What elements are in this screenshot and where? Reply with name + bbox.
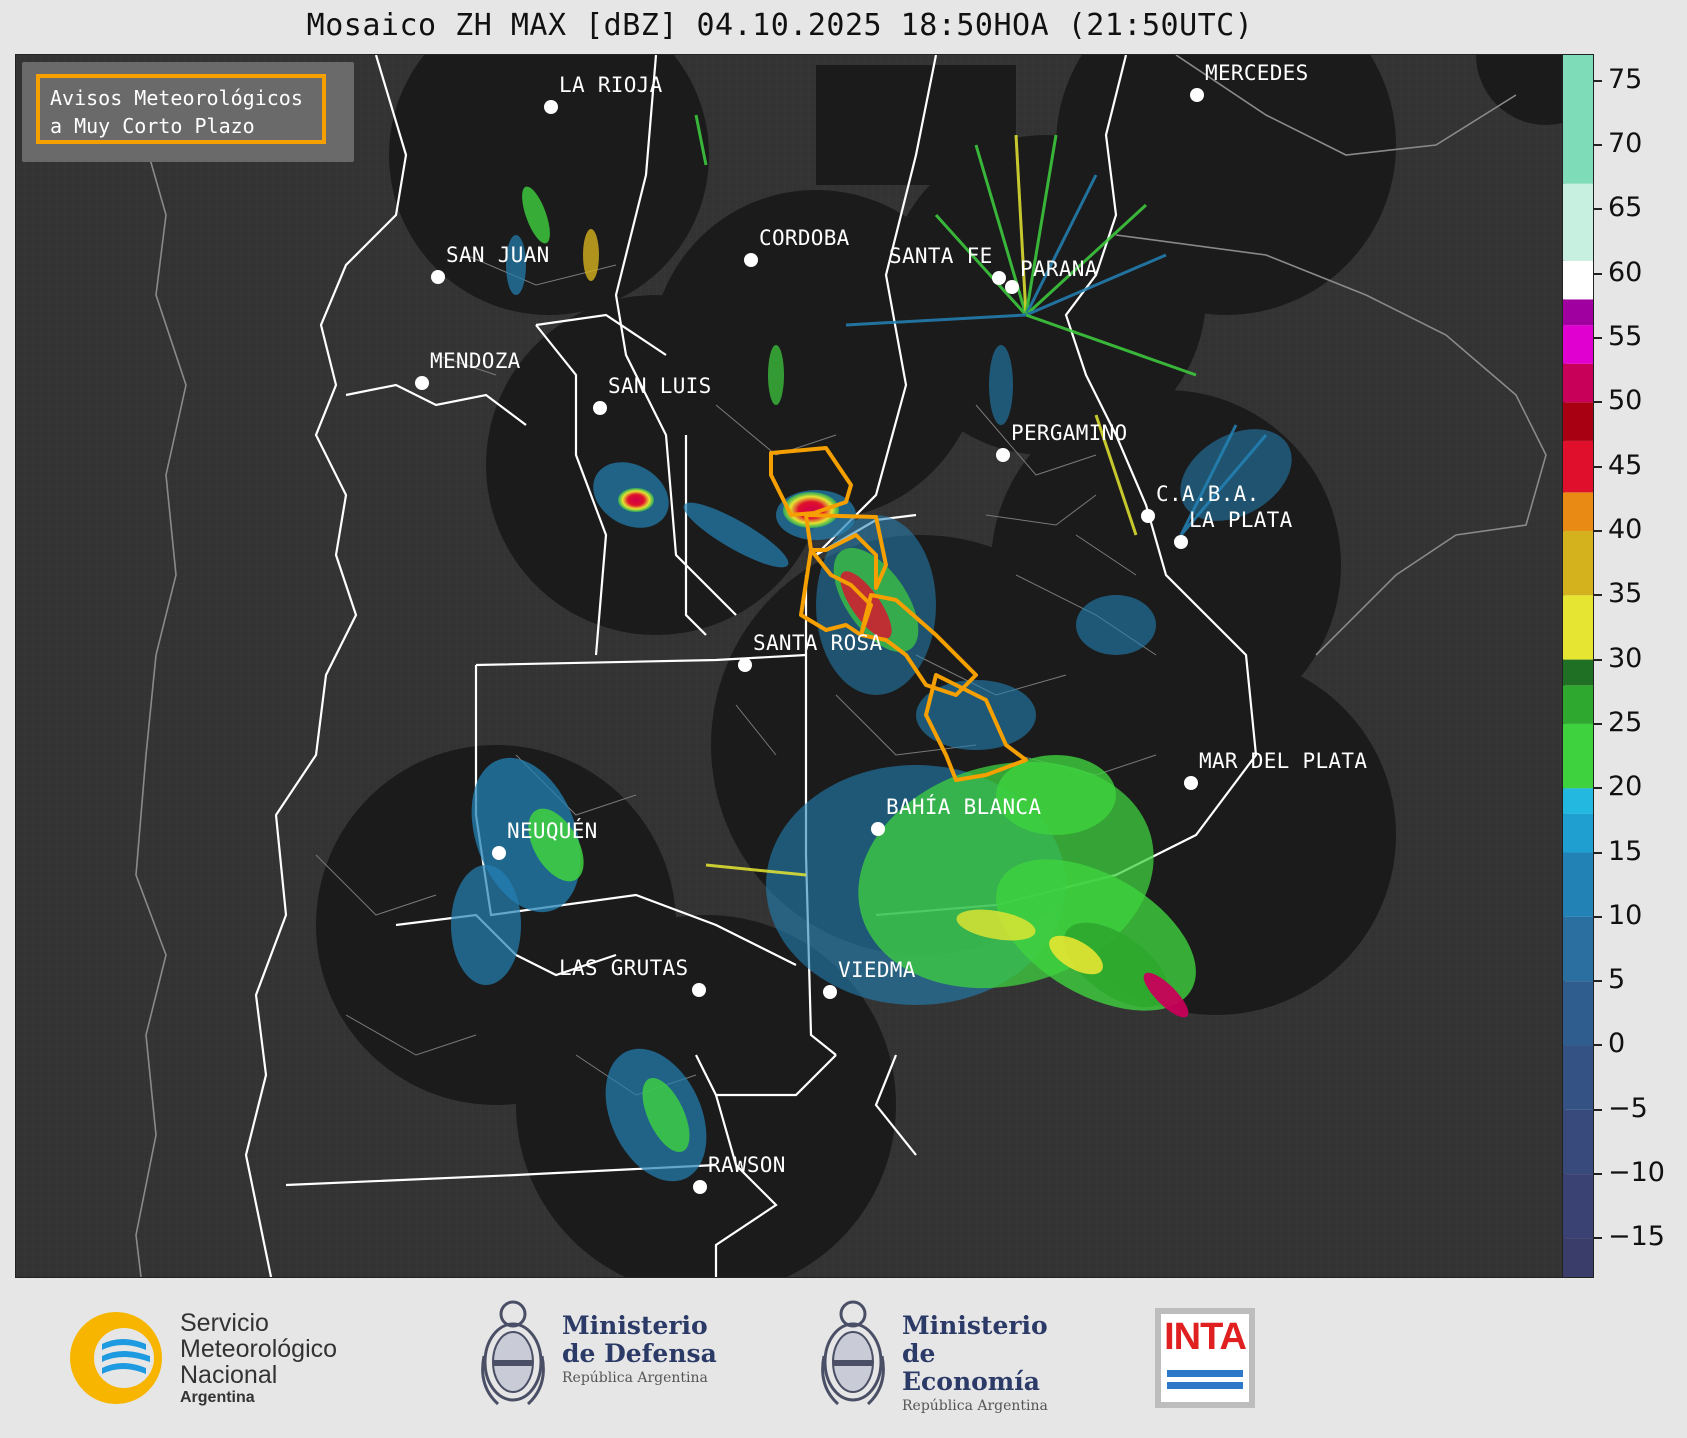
city-marker-icon xyxy=(992,271,1006,285)
defensa-line-1: Ministerio xyxy=(562,1311,708,1340)
economia-logo: Ministerio de Economía República Argenti… xyxy=(818,1296,1078,1416)
defensa-line-3: República Argentina xyxy=(562,1370,708,1386)
colorbar-tick-label: 30 xyxy=(1608,642,1643,674)
smn-line-2: Meteorológico xyxy=(180,1335,338,1363)
colorbar-band xyxy=(1563,685,1593,724)
inta-stripe-icon xyxy=(1167,1370,1243,1377)
colorbar-band xyxy=(1563,659,1593,686)
city-marker-icon xyxy=(1184,776,1198,790)
colorbar-tick-label: −15 xyxy=(1608,1221,1665,1253)
colorbar-bands xyxy=(1563,55,1593,1277)
city-marker-icon xyxy=(492,846,506,860)
city-marker-icon xyxy=(692,983,706,997)
inta-logo: INTA xyxy=(1155,1308,1255,1408)
smn-line-1: Servicio xyxy=(180,1309,269,1337)
colorbar-tick-label: 10 xyxy=(1608,899,1643,931)
colorbar-tick-label: 15 xyxy=(1608,835,1643,867)
city-marker-icon xyxy=(431,270,445,284)
colorbar-band xyxy=(1563,260,1593,300)
colorbar-tick-label: 5 xyxy=(1608,964,1626,996)
footer-logos: Servicio Meteorológico Nacional Argentin… xyxy=(0,1280,1687,1438)
city-marker-icon xyxy=(1190,88,1204,102)
city-marker-icon xyxy=(738,658,752,672)
warning-legend-line-2: a Muy Corto Plazo xyxy=(50,114,255,138)
city-marker-icon xyxy=(1005,280,1019,294)
warning-legend: Avisos Meteorológicos a Muy Corto Plazo xyxy=(22,62,354,162)
economia-line-2: de Economía xyxy=(902,1339,1040,1396)
colorbar-tick-label: 70 xyxy=(1608,128,1643,160)
colorbar-band xyxy=(1563,440,1593,493)
smn-line-3: Nacional xyxy=(180,1361,278,1389)
city-marker-icon xyxy=(1141,509,1155,523)
colorbar-tick-label: 55 xyxy=(1608,320,1643,352)
colorbar-band xyxy=(1563,1174,1593,1239)
colorbar-band xyxy=(1563,1238,1593,1277)
warning-legend-line-1: Avisos Meteorológicos xyxy=(50,86,303,110)
warning-legend-frame: Avisos Meteorológicos a Muy Corto Plazo xyxy=(36,74,326,144)
city-marker-icon xyxy=(823,985,837,999)
colorbar-band xyxy=(1563,1045,1593,1110)
city-marker-icon xyxy=(593,401,607,415)
colorbar-band xyxy=(1563,788,1593,814)
inta-stripe-icon xyxy=(1167,1382,1243,1389)
colorbar-band xyxy=(1563,916,1593,982)
city-marker-icon xyxy=(1174,535,1188,549)
colorbar-band xyxy=(1563,813,1593,853)
defensa-line-2: de Defensa xyxy=(562,1339,717,1368)
colorbar-band xyxy=(1563,55,1593,184)
smn-line-4: Argentina xyxy=(180,1389,255,1406)
colorbar-band xyxy=(1563,402,1593,441)
colorbar-band xyxy=(1563,325,1593,364)
inta-label: INTA xyxy=(1164,1316,1247,1358)
colorbar-band xyxy=(1563,595,1593,660)
colorbar-band xyxy=(1563,723,1593,789)
colorbar-band xyxy=(1563,1109,1593,1175)
colorbar-tick-label: 40 xyxy=(1608,513,1643,545)
economia-line-3: República Argentina xyxy=(902,1398,1048,1414)
colorbar-band xyxy=(1563,363,1593,403)
colorbar-band xyxy=(1563,530,1593,596)
smn-emblem-icon xyxy=(70,1312,162,1404)
colorbar-tick-label: 60 xyxy=(1608,256,1643,288)
colorbar-tick-label: 45 xyxy=(1608,449,1643,481)
colorbar-tick-label: 20 xyxy=(1608,771,1643,803)
city-marker-icon xyxy=(996,448,1010,462)
city-marker-icon xyxy=(871,822,885,836)
colorbar-band xyxy=(1563,183,1593,261)
colorbar-tick-label: 35 xyxy=(1608,578,1643,610)
colorbar-tick-label: 75 xyxy=(1608,63,1643,95)
colorbar-tick-label: −5 xyxy=(1608,1092,1648,1124)
defensa-logo: Ministerio de Defensa República Argentin… xyxy=(478,1296,738,1416)
smn-logo: Servicio Meteorológico Nacional Argentin… xyxy=(66,1308,386,1408)
colorbar-band xyxy=(1563,981,1593,1046)
city-marker-icon xyxy=(693,1180,707,1194)
colorbar-tick-label: 25 xyxy=(1608,706,1643,738)
colorbar-tick-label: 65 xyxy=(1608,192,1643,224)
coat-of-arms-icon xyxy=(821,1300,885,1406)
city-marker-icon xyxy=(744,253,758,267)
colorbar-tick-label: 0 xyxy=(1608,1028,1626,1060)
dbz-colorbar xyxy=(1562,54,1594,1278)
map-title: Mosaico ZH MAX [dBZ] 04.10.2025 18:50HOA… xyxy=(306,8,1254,43)
colorbar-ticks: 75 70 65 60 55 50 45 40 35 30 25 20 15 10 5 0 −5 −10 −15 xyxy=(1594,54,1687,1278)
radar-map[interactable]: LA RIOJA MERCEDES SAN JUAN CORDOBA SANTA… xyxy=(15,54,1565,1278)
coat-of-arms-icon xyxy=(481,1300,545,1406)
economia-line-1: Ministerio xyxy=(902,1311,1048,1340)
colorbar-band xyxy=(1563,852,1593,917)
city-marker-icon xyxy=(544,100,558,114)
colorbar-band xyxy=(1563,492,1593,531)
city-marker-icon xyxy=(415,376,429,390)
colorbar-band xyxy=(1563,299,1593,326)
colorbar-tick-label: 50 xyxy=(1608,385,1643,417)
colorbar-tick-label: −10 xyxy=(1608,1157,1665,1189)
